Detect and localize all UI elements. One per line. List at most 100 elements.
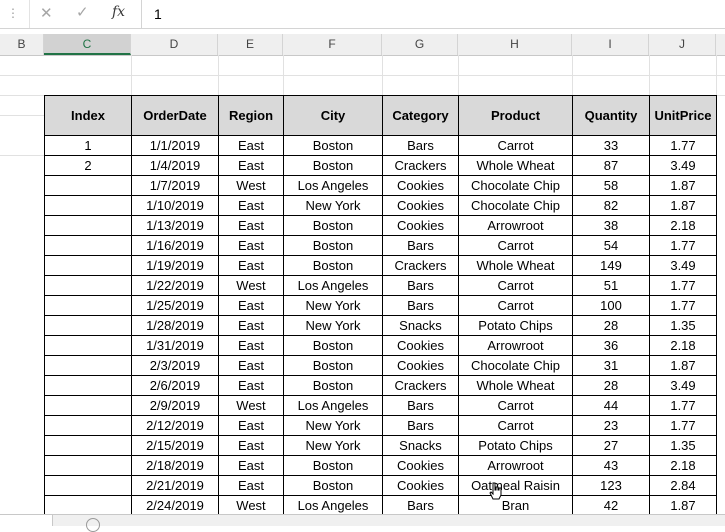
column-header-g[interactable]: G — [382, 34, 458, 55]
table-cell[interactable]: East — [218, 455, 284, 476]
table-cell[interactable]: 149 — [572, 255, 650, 276]
table-cell[interactable]: East — [218, 415, 284, 436]
table-cell[interactable]: 1.35 — [649, 435, 717, 456]
table-cell[interactable]: Potato Chips — [458, 315, 573, 336]
table-cell[interactable]: Bars — [382, 395, 459, 416]
table-cell[interactable]: 2.18 — [649, 455, 717, 476]
table-cell[interactable] — [44, 455, 132, 476]
table-cell[interactable]: Boston — [283, 375, 383, 396]
table-cell[interactable]: 2.18 — [649, 215, 717, 236]
table-cell[interactable]: 44 — [572, 395, 650, 416]
header-cell[interactable]: Category — [382, 95, 459, 136]
table-cell[interactable]: East — [218, 135, 284, 156]
table-cell[interactable]: 54 — [572, 235, 650, 256]
table-cell[interactable]: Bars — [382, 415, 459, 436]
table-cell[interactable]: 43 — [572, 455, 650, 476]
table-cell[interactable]: New York — [283, 415, 383, 436]
table-cell[interactable] — [44, 395, 132, 416]
table-cell[interactable]: 1/7/2019 — [131, 175, 219, 196]
table-cell[interactable]: West — [218, 275, 284, 296]
table-cell[interactable]: 27 — [572, 435, 650, 456]
column-header-d[interactable]: D — [131, 34, 218, 55]
table-cell[interactable]: 28 — [572, 375, 650, 396]
table-cell[interactable]: Carrot — [458, 135, 573, 156]
table-cell[interactable]: West — [218, 175, 284, 196]
table-cell[interactable] — [44, 215, 132, 236]
table-cell[interactable]: West — [218, 395, 284, 416]
table-cell[interactable]: 2/9/2019 — [131, 395, 219, 416]
table-cell[interactable]: 1/25/2019 — [131, 295, 219, 316]
header-cell[interactable]: Product — [458, 95, 573, 136]
table-cell[interactable]: Potato Chips — [458, 435, 573, 456]
table-cell[interactable]: Carrot — [458, 395, 573, 416]
table-cell[interactable]: 1.77 — [649, 415, 717, 436]
table-cell[interactable]: Los Angeles — [283, 275, 383, 296]
header-cell[interactable]: OrderDate — [131, 95, 219, 136]
table-cell[interactable]: 2/12/2019 — [131, 415, 219, 436]
table-cell[interactable]: Crackers — [382, 375, 459, 396]
table-cell[interactable]: 3.49 — [649, 155, 717, 176]
table-cell[interactable]: Bars — [382, 275, 459, 296]
table-cell[interactable]: Los Angeles — [283, 395, 383, 416]
table-cell[interactable]: 1/16/2019 — [131, 235, 219, 256]
table-cell[interactable]: Boston — [283, 135, 383, 156]
table-cell[interactable]: Snacks — [382, 315, 459, 336]
table-cell[interactable]: 1.87 — [649, 495, 717, 516]
table-cell[interactable] — [44, 495, 132, 516]
table-cell[interactable]: Whole Wheat — [458, 375, 573, 396]
table-cell[interactable]: Boston — [283, 215, 383, 236]
table-cell[interactable] — [44, 475, 132, 496]
table-cell[interactable]: Cookies — [382, 475, 459, 496]
table-cell[interactable] — [44, 315, 132, 336]
table-cell[interactable]: Whole Wheat — [458, 255, 573, 276]
table-cell[interactable]: Bran — [458, 495, 573, 516]
table-cell[interactable]: 1.77 — [649, 295, 717, 316]
table-cell[interactable]: Arrowroot — [458, 215, 573, 236]
header-cell[interactable]: Index — [44, 95, 132, 136]
table-cell[interactable] — [44, 355, 132, 376]
table-cell[interactable]: East — [218, 215, 284, 236]
table-cell[interactable]: East — [218, 235, 284, 256]
table-cell[interactable]: 123 — [572, 475, 650, 496]
table-cell[interactable]: East — [218, 155, 284, 176]
column-header-f[interactable]: F — [283, 34, 382, 55]
table-cell[interactable] — [44, 175, 132, 196]
table-cell[interactable]: 2/21/2019 — [131, 475, 219, 496]
column-header-e[interactable]: E — [218, 34, 283, 55]
sheet-tab[interactable] — [0, 515, 53, 526]
table-cell[interactable]: 3.49 — [649, 375, 717, 396]
table-cell[interactable]: 100 — [572, 295, 650, 316]
table-cell[interactable]: Boston — [283, 455, 383, 476]
header-cell[interactable]: Quantity — [572, 95, 650, 136]
table-cell[interactable]: Carrot — [458, 235, 573, 256]
table-cell[interactable] — [44, 195, 132, 216]
table-cell[interactable]: 2/18/2019 — [131, 455, 219, 476]
table-cell[interactable]: Bars — [382, 295, 459, 316]
table-cell[interactable]: 1.77 — [649, 135, 717, 156]
table-cell[interactable]: 1.87 — [649, 355, 717, 376]
table-cell[interactable]: West — [218, 495, 284, 516]
table-cell[interactable]: Carrot — [458, 275, 573, 296]
table-cell[interactable]: Bars — [382, 135, 459, 156]
table-cell[interactable]: 31 — [572, 355, 650, 376]
table-cell[interactable]: New York — [283, 295, 383, 316]
table-cell[interactable]: 1/13/2019 — [131, 215, 219, 236]
table-cell[interactable]: Arrowroot — [458, 455, 573, 476]
table-cell[interactable]: 42 — [572, 495, 650, 516]
table-cell[interactable]: 2/3/2019 — [131, 355, 219, 376]
table-cell[interactable]: 36 — [572, 335, 650, 356]
table-cell[interactable]: 1/10/2019 — [131, 195, 219, 216]
table-cell[interactable] — [44, 415, 132, 436]
table-cell[interactable]: 33 — [572, 135, 650, 156]
cancel-icon[interactable]: ✕ — [40, 4, 53, 22]
table-cell[interactable]: 1/28/2019 — [131, 315, 219, 336]
header-cell[interactable]: UnitPrice — [649, 95, 717, 136]
table-cell[interactable]: East — [218, 435, 284, 456]
table-cell[interactable]: Boston — [283, 155, 383, 176]
table-cell[interactable]: 23 — [572, 415, 650, 436]
table-cell[interactable]: Whole Wheat — [458, 155, 573, 176]
table-cell[interactable]: East — [218, 375, 284, 396]
table-cell[interactable]: 28 — [572, 315, 650, 336]
table-cell[interactable]: Carrot — [458, 415, 573, 436]
table-cell[interactable] — [44, 295, 132, 316]
